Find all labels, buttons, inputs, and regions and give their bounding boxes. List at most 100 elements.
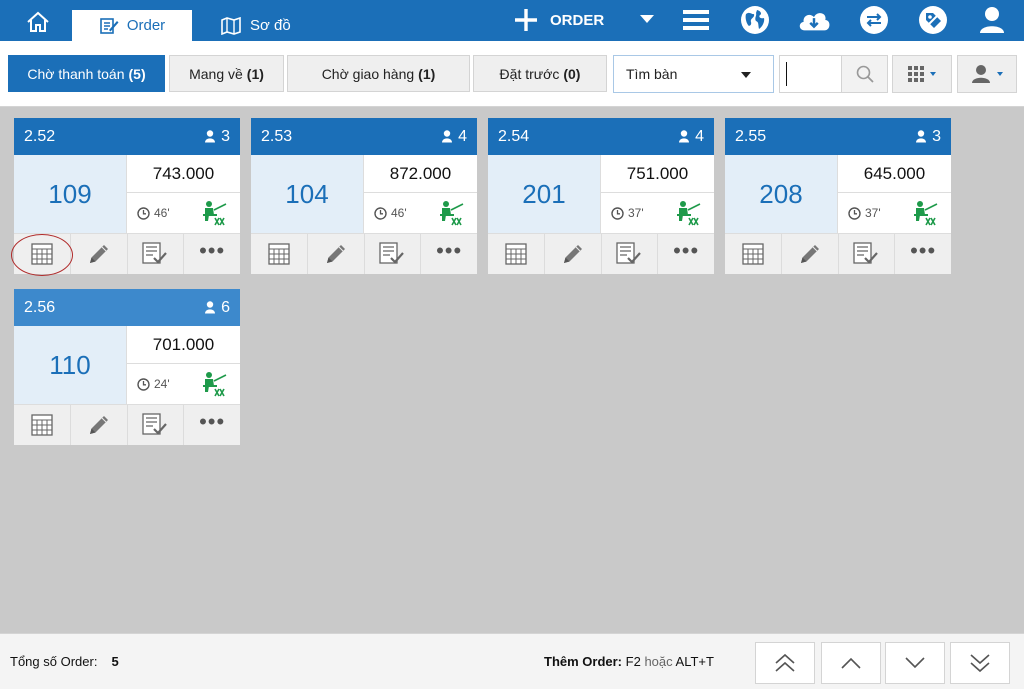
- total-orders-label: Tổng số Order:: [10, 654, 98, 669]
- guest-count: 6: [205, 299, 230, 317]
- calculator-button[interactable]: [725, 234, 782, 274]
- double-chevron-up-icon: [775, 653, 795, 672]
- search-input[interactable]: [786, 62, 842, 86]
- promotion-button[interactable]: [916, 4, 950, 36]
- table-number[interactable]: 104: [251, 155, 363, 233]
- order-number: 2.54: [498, 127, 530, 145]
- tab-label: Mang về: [189, 65, 243, 82]
- checklist-button[interactable]: [365, 234, 422, 274]
- order-card-actions: •••: [725, 233, 951, 274]
- more-button[interactable]: •••: [895, 234, 951, 274]
- person-icon: [916, 130, 927, 143]
- guest-count-value: 4: [458, 127, 467, 145]
- checklist-button[interactable]: [839, 234, 896, 274]
- order-card-header[interactable]: 2.52 3: [14, 118, 240, 155]
- calculator-button[interactable]: [251, 234, 308, 274]
- edit-order-button[interactable]: [308, 234, 365, 274]
- tab-order[interactable]: Order: [72, 10, 192, 41]
- clock-icon: [374, 206, 387, 220]
- person-icon: [442, 130, 453, 143]
- checklist-button[interactable]: [128, 234, 185, 274]
- user-icon: [972, 65, 990, 83]
- search-button[interactable]: [841, 56, 887, 92]
- cooking-status-icon: [203, 201, 227, 226]
- scroll-up-button[interactable]: [821, 642, 881, 684]
- order-amount: 701.000: [126, 326, 240, 364]
- search-icon: [856, 65, 874, 83]
- more-icon: •••: [436, 238, 463, 263]
- hint-key-f2: F2: [625, 654, 641, 669]
- tab-mang-ve[interactable]: Mang về (1): [169, 55, 284, 92]
- sync-icon: [860, 6, 888, 34]
- table-number[interactable]: 110: [14, 326, 126, 404]
- home-button[interactable]: [18, 8, 58, 36]
- scroll-down-button[interactable]: [885, 642, 945, 684]
- tab-dat-truoc[interactable]: Đặt trước (0): [473, 55, 607, 92]
- calculator-button[interactable]: [11, 234, 73, 276]
- order-card-actions: •••: [251, 233, 477, 274]
- new-order-button[interactable]: ORDER: [514, 4, 604, 36]
- sync-button[interactable]: [857, 4, 891, 36]
- order-card-header[interactable]: 2.56 6: [14, 289, 240, 326]
- guest-count: 4: [679, 128, 704, 146]
- table-number[interactable]: 208: [725, 155, 837, 233]
- more-button[interactable]: •••: [184, 234, 240, 274]
- more-button[interactable]: •••: [658, 234, 714, 274]
- search-box: [779, 55, 888, 93]
- guest-count: 3: [205, 128, 230, 146]
- clock-icon: [137, 206, 150, 220]
- tab-cho-thanh-toan[interactable]: Chờ thanh toán (5): [8, 55, 165, 92]
- more-button[interactable]: •••: [184, 405, 240, 445]
- order-duration: 46': [363, 193, 477, 233]
- hint-key-alt-t: ALT+T: [675, 654, 714, 669]
- order-number: 2.56: [24, 298, 56, 316]
- view-mode-button[interactable]: [892, 55, 952, 93]
- order-card: 2.53 4 104 872.000 46' •••: [251, 118, 477, 274]
- table-number[interactable]: 201: [488, 155, 600, 233]
- tab-cho-giao-hang[interactable]: Chờ giao hàng (1): [287, 55, 470, 92]
- footer: Tổng số Order: 5 Thêm Order: F2 hoặc ALT+…: [0, 633, 1024, 689]
- checklist-button[interactable]: [602, 234, 659, 274]
- user-icon: [980, 7, 1004, 33]
- table-select[interactable]: Tìm bàn: [613, 55, 774, 93]
- double-chevron-down-icon: [970, 654, 990, 673]
- pencil-icon: [800, 245, 819, 263]
- tab-so-do[interactable]: Sơ đồ: [220, 10, 330, 41]
- order-card-actions: •••: [11, 233, 240, 276]
- checklist-icon: [853, 242, 879, 264]
- account-button[interactable]: [975, 4, 1009, 36]
- total-orders: Tổng số Order: 5: [10, 654, 119, 669]
- add-order-hint: Thêm Order: F2 hoặc ALT+T: [544, 654, 714, 669]
- cooking-status-icon: [914, 201, 938, 226]
- more-icon: •••: [199, 409, 226, 434]
- download-button[interactable]: [797, 4, 831, 36]
- order-card-header[interactable]: 2.54 4: [488, 118, 714, 155]
- chevron-down-icon: [905, 657, 925, 669]
- order-card-header[interactable]: 2.55 3: [725, 118, 951, 155]
- order-duration: 37': [837, 193, 951, 233]
- edit-order-button[interactable]: [545, 234, 602, 274]
- more-button[interactable]: •••: [421, 234, 477, 274]
- tab-count: (1): [246, 65, 264, 82]
- tab-so-do-label: Sơ đồ: [250, 17, 291, 34]
- staff-filter-button[interactable]: [957, 55, 1017, 93]
- new-order-dropdown-icon[interactable]: [640, 15, 654, 23]
- edit-order-button[interactable]: [782, 234, 839, 274]
- scroll-top-button[interactable]: [755, 642, 815, 684]
- pencil-icon: [563, 245, 582, 263]
- calculator-button[interactable]: [488, 234, 545, 274]
- tab-label: Chờ thanh toán: [27, 65, 125, 82]
- table-number[interactable]: 109: [14, 155, 126, 233]
- scroll-bottom-button[interactable]: [950, 642, 1010, 684]
- pencil-icon: [326, 245, 345, 263]
- guest-count-value: 3: [932, 127, 941, 145]
- edit-order-button[interactable]: [71, 234, 128, 274]
- menu-button[interactable]: [679, 4, 713, 36]
- checklist-button[interactable]: [128, 405, 185, 445]
- order-amount: 743.000: [126, 155, 240, 193]
- edit-order-button[interactable]: [71, 405, 128, 445]
- language-button[interactable]: [738, 4, 772, 36]
- calculator-button[interactable]: [14, 405, 71, 445]
- more-icon: •••: [910, 238, 937, 263]
- order-card-header[interactable]: 2.53 4: [251, 118, 477, 155]
